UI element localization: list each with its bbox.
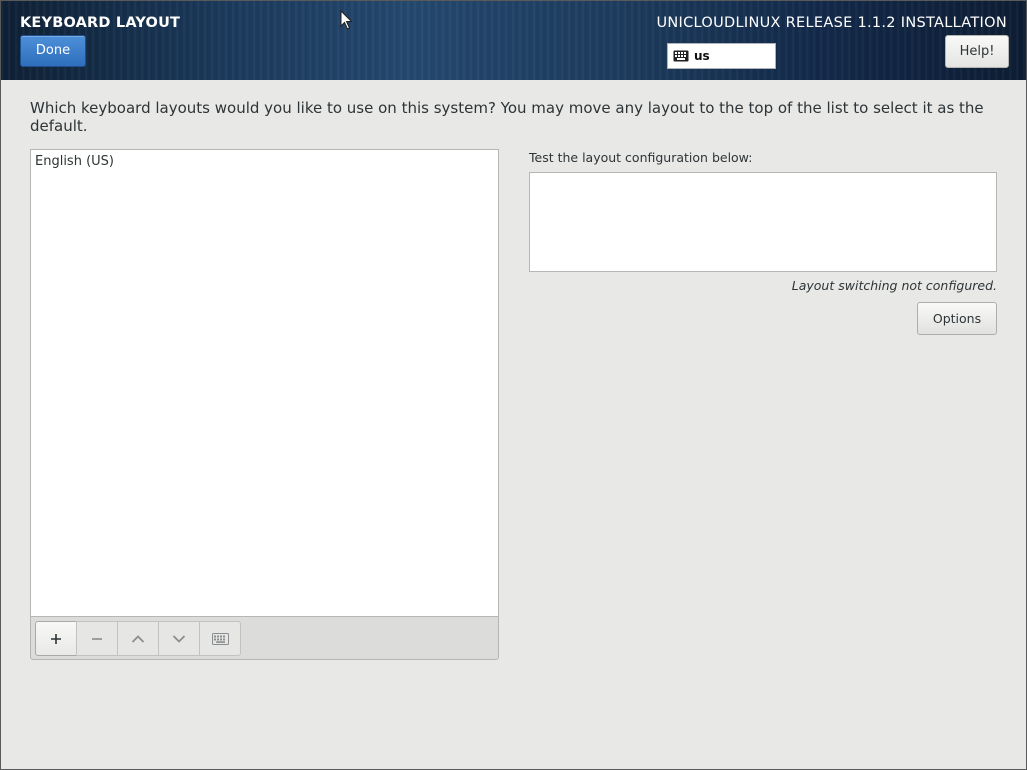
- minus-icon: [92, 637, 102, 640]
- remove-layout-button[interactable]: [76, 621, 118, 656]
- done-button[interactable]: Done: [20, 35, 86, 67]
- mouse-cursor-icon: [340, 10, 353, 30]
- keyboard-layout-list[interactable]: English (US): [30, 149, 499, 617]
- keyboard-layout-indicator[interactable]: us: [667, 43, 776, 69]
- plus-icon: [51, 633, 61, 644]
- layout-list-toolbar: [30, 616, 499, 660]
- move-down-button[interactable]: [158, 621, 200, 656]
- product-title: UNICLOUDLINUX RELEASE 1.1.2 INSTALLATION: [656, 15, 1007, 31]
- add-layout-button[interactable]: [35, 621, 77, 656]
- help-button[interactable]: Help!: [945, 35, 1009, 68]
- instruction-text: Which keyboard layouts would you like to…: [30, 99, 984, 135]
- page-title: KEYBOARD LAYOUT: [20, 15, 181, 31]
- move-up-button[interactable]: [117, 621, 159, 656]
- test-layout-label: Test the layout configuration below:: [529, 150, 753, 165]
- chevron-up-icon: [131, 634, 145, 643]
- list-item[interactable]: English (US): [31, 150, 498, 169]
- test-layout-textarea[interactable]: [529, 172, 997, 272]
- keyboard-layout-code: us: [694, 49, 710, 63]
- keyboard-icon: [673, 50, 689, 62]
- keyboard-icon: [211, 632, 229, 645]
- layout-switching-status: Layout switching not configured.: [791, 278, 997, 293]
- chevron-down-icon: [172, 634, 186, 643]
- preview-layout-button[interactable]: [199, 621, 241, 656]
- header-bar: KEYBOARD LAYOUT Done UNICLOUDLINUX RELEA…: [1, 1, 1026, 80]
- options-button[interactable]: Options: [917, 302, 997, 335]
